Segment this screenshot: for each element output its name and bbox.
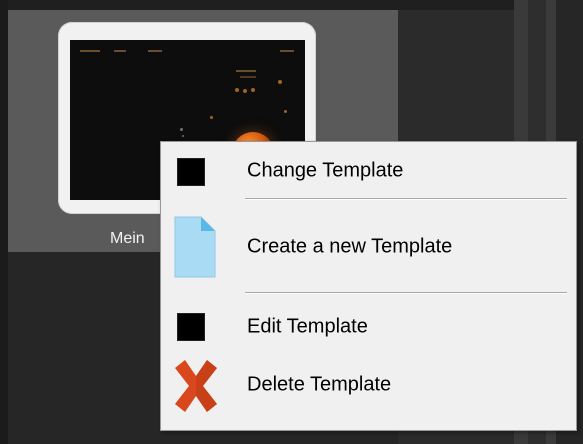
app-window: Mein Change Template Create a new Templa… (0, 0, 583, 444)
top-strip (0, 0, 583, 10)
black-square-icon (177, 158, 205, 186)
menu-item-create-new-template[interactable]: Create a new Template (161, 224, 576, 270)
menu-separator (245, 198, 567, 200)
template-name-label[interactable]: Mein (110, 230, 145, 248)
menu-item-label: Change Template (247, 159, 404, 182)
left-edge (0, 0, 8, 444)
menu-item-label: Create a new Template (247, 235, 453, 258)
black-square-icon (177, 313, 205, 341)
menu-item-change-template[interactable]: Change Template (161, 150, 576, 192)
menu-item-delete-template[interactable]: Delete Template (161, 364, 576, 406)
red-x-icon (175, 360, 217, 412)
menu-item-label: Edit Template (247, 315, 368, 338)
document-icon (174, 216, 216, 278)
menu-item-edit-template[interactable]: Edit Template (161, 306, 576, 348)
context-menu: Change Template Create a new Template Ed… (160, 141, 577, 431)
menu-item-label: Delete Template (247, 373, 392, 396)
menu-separator (245, 292, 567, 294)
